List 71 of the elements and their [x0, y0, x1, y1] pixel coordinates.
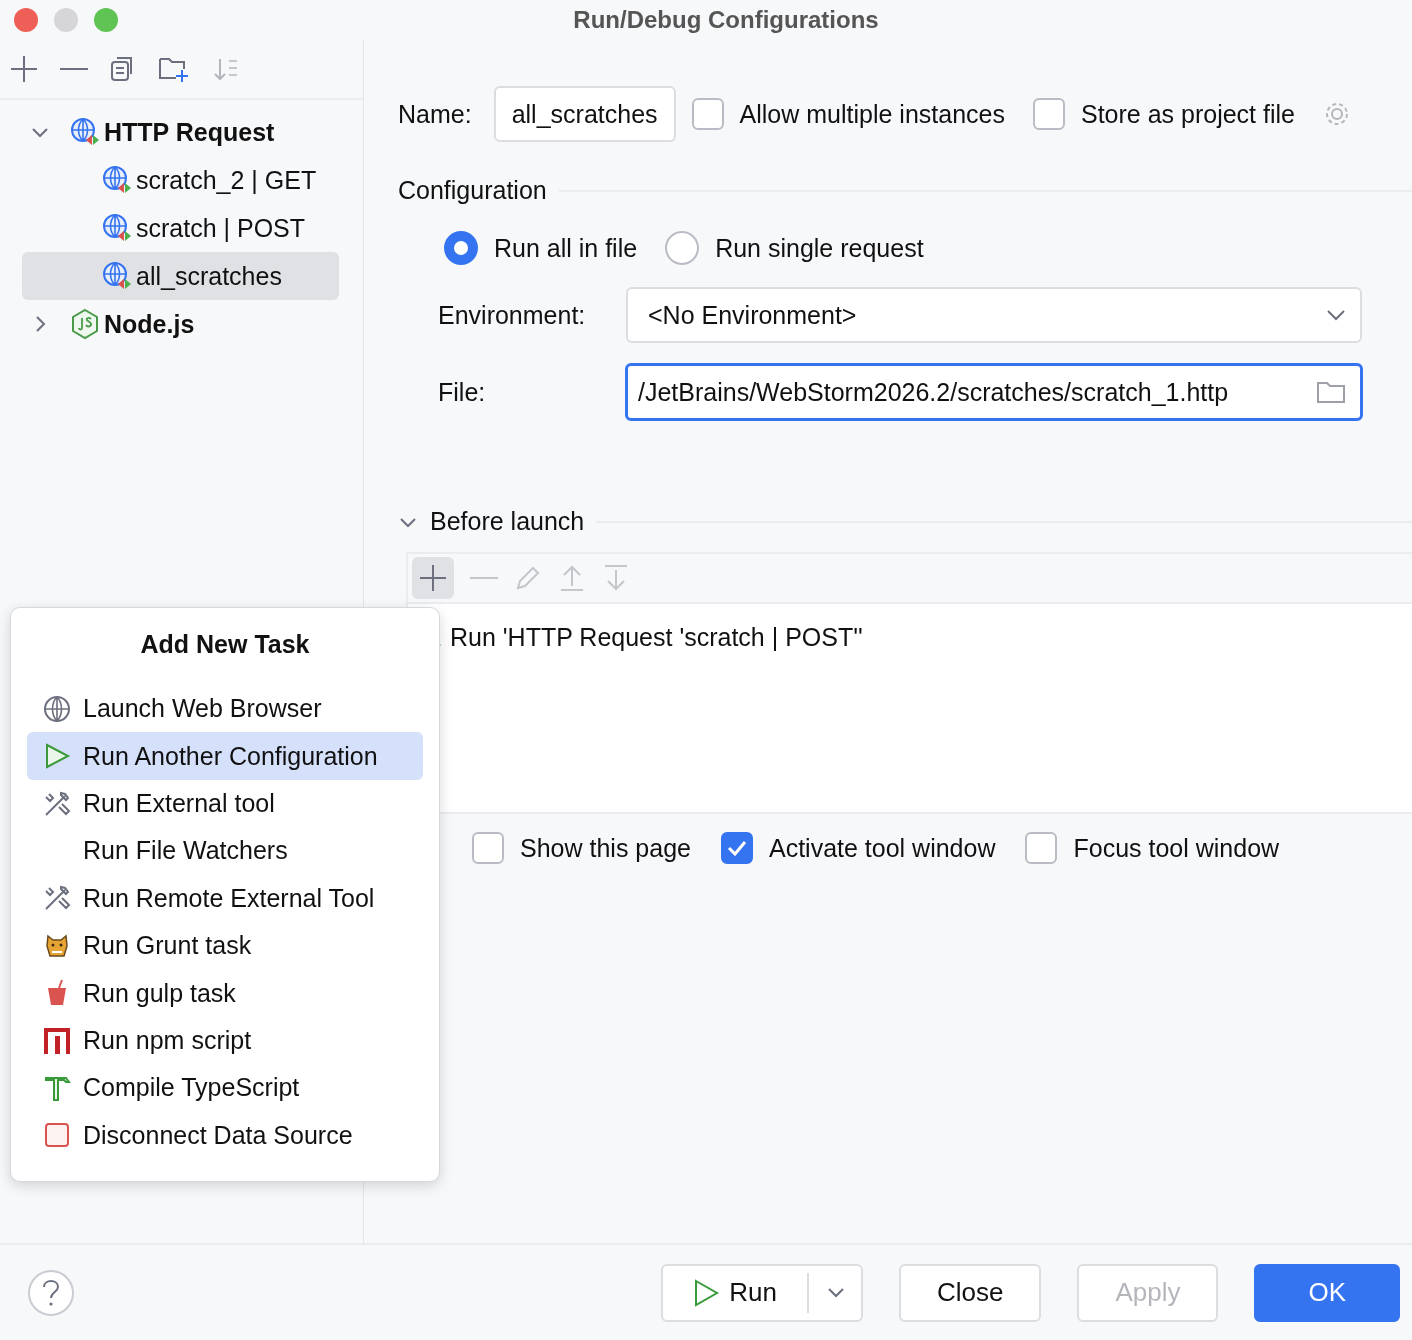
menu-item[interactable]: Compile TypeScript: [27, 1064, 423, 1112]
file-field[interactable]: /JetBrains/WebStorm2026.2/scratches/scratch_1.http: [625, 363, 1363, 421]
menu-item[interactable]: Run npm script: [27, 1016, 423, 1065]
move-down-icon[interactable]: [602, 564, 630, 592]
tree-item[interactable]: HTTP Request: [22, 108, 339, 156]
menu-item[interactable]: Run External tool: [27, 779, 423, 828]
zoom-window-button[interactable]: [94, 8, 118, 32]
menu-item[interactable]: Run Grunt task: [27, 922, 423, 970]
task-item[interactable]: Run 'HTTP Request 'scratch | POST'': [450, 622, 863, 652]
add-button[interactable]: [412, 557, 454, 599]
chevron-down-icon: [1326, 309, 1346, 321]
menu-item[interactable]: Run gulp task: [27, 969, 423, 1017]
chevron-down-icon[interactable]: [826, 1286, 845, 1299]
tools-icon: [43, 789, 71, 818]
npm-icon: [43, 1026, 71, 1055]
new-folder-icon[interactable]: [158, 55, 190, 83]
checkbox[interactable]: [720, 832, 753, 864]
field-label: Environment:: [438, 300, 587, 330]
globe-icon: [43, 694, 71, 723]
checkbox[interactable]: [691, 98, 724, 130]
radio-button[interactable]: [665, 231, 700, 265]
section-title: Before launch: [430, 507, 585, 536]
checkbox-label: Show this page: [520, 833, 691, 863]
checkbox[interactable]: [472, 832, 504, 864]
minimize-window-button[interactable]: [54, 8, 78, 32]
radio-button[interactable]: [444, 231, 478, 265]
dialog-button[interactable]: Close: [898, 1263, 1042, 1322]
tree-item[interactable]: scratch_2 | GET: [22, 156, 339, 204]
folder-icon[interactable]: [1316, 380, 1346, 404]
name-field[interactable]: all_scratches: [493, 86, 676, 142]
menu-item[interactable]: Run File Watchers: [27, 827, 423, 875]
name-label: Name:: [398, 99, 472, 129]
section-title: Configuration: [398, 176, 547, 205]
checkbox-label: Activate tool window: [768, 833, 996, 863]
environment-dropdown[interactable]: <No Environment>: [626, 287, 1362, 343]
radio-label: Run all in file: [494, 233, 638, 263]
window-title: Run/Debug Configurations: [573, 6, 879, 34]
move-up-icon[interactable]: [558, 564, 586, 592]
minus-icon[interactable]: [60, 67, 88, 71]
pencil-icon[interactable]: [514, 564, 542, 592]
help-button[interactable]: [28, 1269, 74, 1316]
globe-icon: [102, 165, 132, 195]
hexagon-icon: [70, 308, 100, 340]
checkbox-label: Store as project file: [1080, 99, 1295, 129]
field-label: File:: [438, 377, 487, 407]
question-mark-icon: [41, 1278, 61, 1307]
tree-item[interactable]: all_scratches: [22, 252, 339, 300]
play-icon: [43, 742, 71, 771]
checkbox[interactable]: [1025, 832, 1058, 864]
checkmark-icon: [726, 840, 747, 856]
popup-title: Add New Task: [139, 630, 311, 659]
ok-button[interactable]: OK: [1254, 1263, 1400, 1322]
globe-icon: [102, 213, 132, 243]
checkbox-label: Allow multiple instances: [739, 99, 1005, 129]
menu-item[interactable]: Run Another Configuration: [27, 732, 423, 780]
menu-item[interactable]: Disconnect Data Source: [27, 1111, 423, 1160]
tree-item[interactable]: Node.js: [22, 300, 339, 348]
radio-label: Run single request: [715, 233, 924, 263]
globe-icon: [70, 117, 100, 147]
globe-icon: [102, 261, 132, 291]
square-icon: [43, 1121, 71, 1150]
menu-item[interactable]: Launch Web Browser: [27, 685, 423, 733]
checkbox[interactable]: [1032, 98, 1065, 130]
menu-item[interactable]: Run Remote External Tool: [27, 874, 423, 923]
close-window-button[interactable]: [14, 8, 38, 32]
run-button[interactable]: Run: [661, 1263, 863, 1322]
plus-icon: [418, 563, 448, 593]
checkbox-label: Focus tool window: [1073, 833, 1280, 863]
play-icon: [693, 1278, 720, 1307]
tree-item[interactable]: scratch | POST: [22, 204, 339, 252]
plus-icon[interactable]: [10, 55, 38, 83]
